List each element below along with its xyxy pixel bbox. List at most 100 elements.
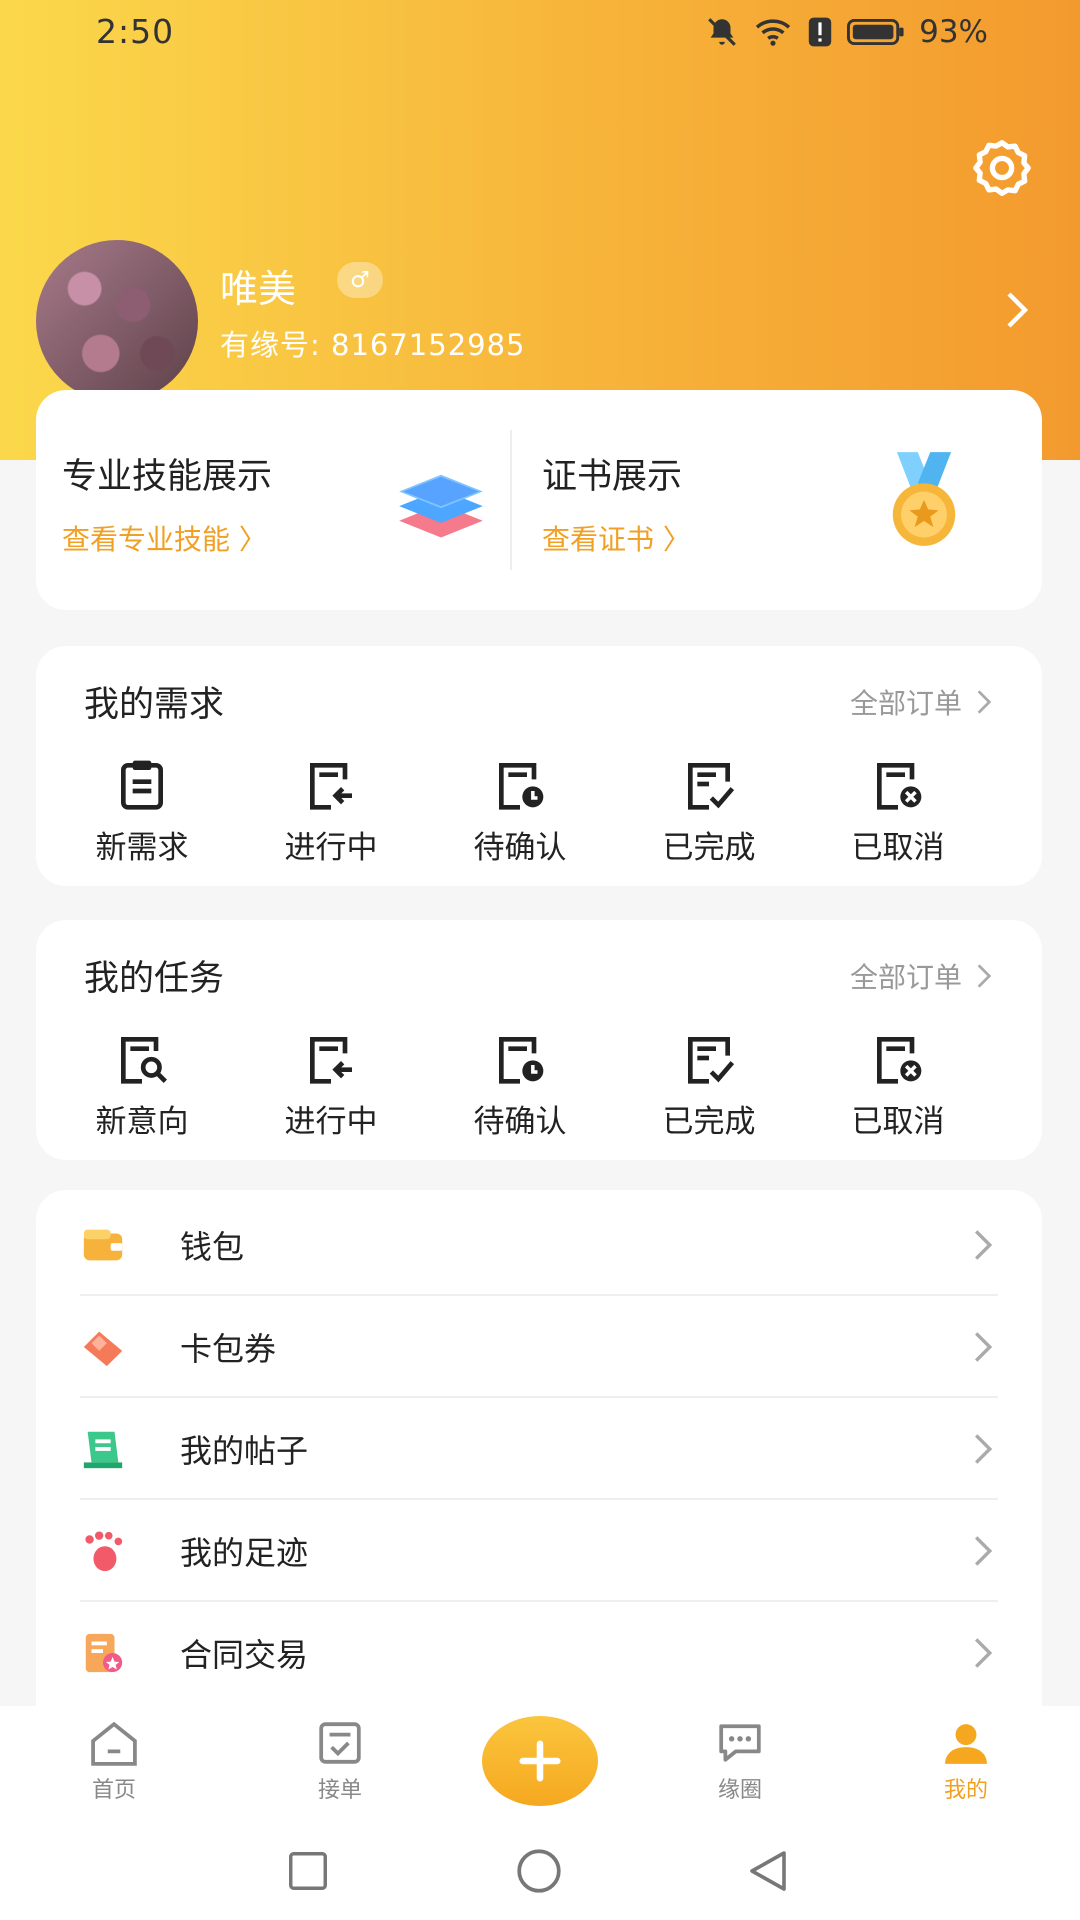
needs-item-pending[interactable]: 待确认 bbox=[430, 756, 610, 867]
clock-doc-icon bbox=[499, 1037, 544, 1084]
needs-item-label: 新需求 bbox=[95, 830, 189, 866]
menu-item-label: 钱包 bbox=[180, 1228, 245, 1266]
clipboard-icon bbox=[121, 760, 163, 810]
certs-link[interactable]: 查看证书 〉 bbox=[542, 518, 691, 558]
order-icon bbox=[319, 1722, 361, 1764]
tab-me[interactable]: 我的 bbox=[886, 1720, 1046, 1804]
tasks-all-orders-label: 全部订单 bbox=[849, 961, 962, 994]
tab-label: 我的 bbox=[943, 1778, 988, 1803]
medal-icon bbox=[892, 452, 956, 546]
needs-status-row: 新需求 进行中 待确认 已完成 已取消 bbox=[36, 756, 1042, 866]
skills-link[interactable]: 查看专业技能 〉 bbox=[62, 518, 267, 558]
search-doc-icon bbox=[121, 1037, 167, 1084]
tasks-title: 我的任务 bbox=[84, 959, 225, 999]
showcase-card: 专业技能展示 查看专业技能 〉 证书展示 查看证书 〉 bbox=[36, 390, 1042, 610]
needs-item-label: 已完成 bbox=[662, 830, 756, 866]
chevron-right-icon bbox=[974, 1332, 993, 1362]
needs-item-done[interactable]: 已完成 bbox=[619, 756, 799, 867]
tasks-item-pending[interactable]: 待确认 bbox=[430, 1030, 610, 1141]
chevron-right-icon bbox=[974, 1230, 993, 1260]
contract-icon bbox=[85, 1633, 123, 1673]
menu-item-label: 我的帖子 bbox=[180, 1432, 309, 1470]
clock-doc-icon bbox=[499, 763, 544, 810]
tab-circle[interactable]: 缘圈 bbox=[660, 1720, 820, 1804]
tab-label: 首页 bbox=[91, 1778, 136, 1803]
tasks-item-label: 新意向 bbox=[95, 1104, 189, 1140]
chevron-right-icon bbox=[977, 690, 992, 714]
tab-orders[interactable]: 接单 bbox=[260, 1720, 420, 1804]
avatar[interactable] bbox=[36, 240, 198, 402]
tasks-item-label: 进行中 bbox=[284, 1104, 378, 1140]
battery-percent: 93% bbox=[919, 14, 988, 50]
plus-icon bbox=[519, 1740, 561, 1782]
my-tasks-card: 我的任务 全部订单 新意向 进行中 待确认 已完成 已取消 bbox=[36, 920, 1042, 1160]
profile-id: 有缘号: 8167152985 bbox=[220, 328, 526, 362]
needs-item-in-progress[interactable]: 进行中 bbox=[241, 756, 421, 867]
home-button[interactable] bbox=[514, 1846, 564, 1896]
tasks-item-in-progress[interactable]: 进行中 bbox=[241, 1030, 421, 1141]
status-bar: 2:50 93% bbox=[0, 0, 1080, 70]
menu-item-coupons[interactable]: 卡包券 bbox=[80, 1296, 998, 1398]
male-icon: ♂ bbox=[337, 262, 383, 298]
cancel-doc-icon bbox=[877, 1037, 922, 1084]
needs-all-orders-link[interactable]: 全部订单 bbox=[850, 682, 992, 722]
needs-item-new[interactable]: 新需求 bbox=[52, 756, 232, 867]
needs-item-label: 已取消 bbox=[851, 830, 945, 866]
layers-icon bbox=[399, 474, 483, 538]
check-doc-icon bbox=[688, 1037, 735, 1084]
chevron-right-icon bbox=[974, 1434, 993, 1464]
recent-apps-button[interactable] bbox=[285, 1848, 331, 1894]
certs-showcase[interactable]: 证书展示 查看证书 〉 bbox=[512, 390, 1042, 610]
menu-item-label: 我的足迹 bbox=[180, 1534, 309, 1572]
certs-title: 证书展示 bbox=[542, 457, 683, 497]
cancel-doc-icon bbox=[877, 763, 922, 810]
needs-item-label: 待确认 bbox=[473, 830, 567, 866]
menu-item-contracts[interactable]: 合同交易 bbox=[80, 1602, 998, 1704]
menu-item-label: 卡包券 bbox=[180, 1330, 277, 1368]
arrow-doc-icon bbox=[310, 1037, 352, 1084]
tasks-item-new[interactable]: 新意向 bbox=[52, 1030, 232, 1141]
back-button[interactable] bbox=[744, 1846, 792, 1896]
status-time: 2:50 bbox=[96, 12, 175, 51]
status-icons: 93% bbox=[705, 14, 988, 50]
tasks-item-cancelled[interactable]: 已取消 bbox=[808, 1030, 988, 1141]
system-nav-bar bbox=[0, 1826, 1080, 1920]
my-needs-card: 我的需求 全部订单 新需求 进行中 待确认 已完成 已取消 bbox=[36, 646, 1042, 886]
post-icon bbox=[83, 1431, 123, 1469]
mute-icon bbox=[708, 18, 736, 46]
wifi-icon bbox=[755, 19, 791, 46]
chevron-right-icon bbox=[977, 964, 992, 988]
tab-home[interactable]: 首页 bbox=[34, 1720, 194, 1804]
tab-label: 缘圈 bbox=[717, 1778, 762, 1803]
menu-item-posts[interactable]: 我的帖子 bbox=[80, 1398, 998, 1500]
needs-item-cancelled[interactable]: 已取消 bbox=[808, 756, 988, 867]
menu-item-label: 合同交易 bbox=[180, 1636, 309, 1674]
tasks-all-orders-link[interactable]: 全部订单 bbox=[850, 956, 992, 996]
menu-item-footprints[interactable]: 我的足迹 bbox=[80, 1500, 998, 1602]
user-icon bbox=[945, 1724, 987, 1764]
settings-icon[interactable] bbox=[970, 136, 1034, 200]
chevron-right-icon bbox=[974, 1638, 993, 1668]
check-doc-icon bbox=[688, 763, 735, 810]
tasks-item-label: 待确认 bbox=[473, 1104, 567, 1140]
tasks-status-row: 新意向 进行中 待确认 已完成 已取消 bbox=[36, 1030, 1042, 1140]
needs-all-orders-label: 全部订单 bbox=[849, 687, 962, 720]
needs-title: 我的需求 bbox=[84, 685, 225, 725]
add-button[interactable] bbox=[482, 1716, 598, 1806]
tasks-item-label: 已完成 bbox=[662, 1104, 756, 1140]
battery-icon bbox=[847, 18, 904, 46]
tasks-item-label: 已取消 bbox=[851, 1104, 945, 1140]
profile-chevron-icon[interactable] bbox=[1002, 290, 1032, 330]
needs-item-label: 进行中 bbox=[284, 830, 378, 866]
chat-icon bbox=[719, 1724, 761, 1762]
arrow-doc-icon bbox=[310, 763, 352, 810]
wallet-icon bbox=[83, 1229, 123, 1261]
menu-item-wallet[interactable]: 钱包 bbox=[80, 1194, 998, 1296]
skills-title: 专业技能展示 bbox=[62, 457, 273, 497]
skills-showcase[interactable]: 专业技能展示 查看专业技能 〉 bbox=[36, 390, 510, 610]
home-icon bbox=[91, 1721, 137, 1766]
menu-list: 钱包 卡包券 我的帖子 我的足迹 合同交易 bbox=[36, 1190, 1042, 1710]
footprint-icon bbox=[85, 1531, 123, 1572]
sim-alert-icon bbox=[808, 17, 832, 47]
tasks-item-done[interactable]: 已完成 bbox=[619, 1030, 799, 1141]
